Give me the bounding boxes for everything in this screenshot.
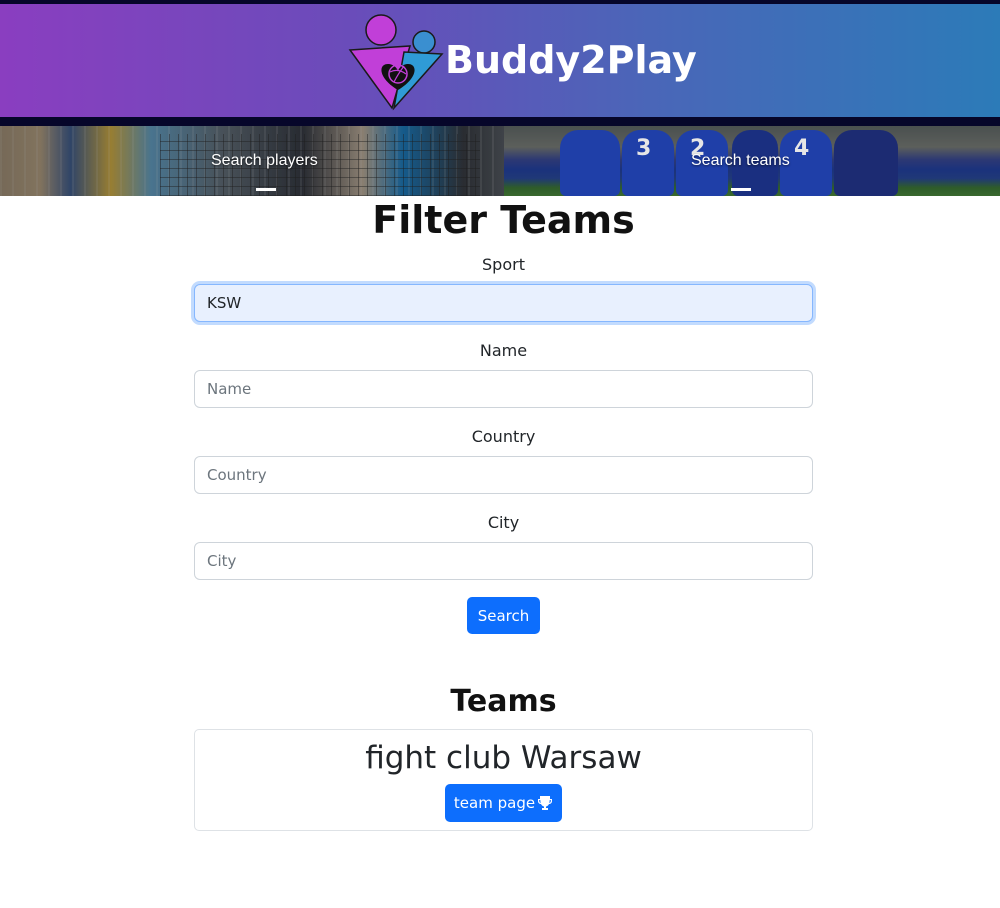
sport-label: Sport — [482, 255, 525, 274]
hero-banner: 3 2 4 Search players Search teams — [0, 126, 1000, 196]
carousel-indicator-teams[interactable] — [731, 188, 751, 191]
site-header: Buddy2Play — [0, 0, 1000, 126]
search-players-link[interactable]: Search players — [211, 152, 318, 170]
name-label: Name — [479, 341, 528, 360]
carousel-indicator-players[interactable] — [256, 188, 276, 191]
team-name: fight club Warsaw — [365, 740, 642, 776]
teams-section-title: Teams — [450, 684, 557, 719]
player-shape — [560, 130, 620, 196]
city-label: City — [487, 513, 520, 532]
team-card: fight club Warsaw team page — [194, 729, 813, 831]
name-input[interactable] — [194, 370, 813, 408]
team-page-label: team page — [453, 794, 536, 812]
buddies-heart-logo-icon[interactable] — [348, 12, 448, 112]
trophy-icon — [537, 795, 553, 811]
volleyball-net-graphic — [160, 134, 480, 196]
country-label: Country — [471, 427, 536, 446]
search-button[interactable]: Search — [467, 597, 540, 634]
search-teams-link[interactable]: Search teams — [691, 152, 790, 170]
header-gradient-bar: Buddy2Play — [0, 4, 1000, 117]
country-input[interactable] — [194, 456, 813, 494]
city-input[interactable] — [194, 542, 813, 580]
brand-title[interactable]: Buddy2Play — [445, 38, 697, 82]
sport-input[interactable] — [194, 284, 813, 322]
player-shape: 3 — [622, 130, 674, 196]
player-shape — [834, 130, 898, 196]
page-title: Filter Teams — [372, 198, 635, 242]
team-page-button[interactable]: team page — [445, 784, 562, 822]
